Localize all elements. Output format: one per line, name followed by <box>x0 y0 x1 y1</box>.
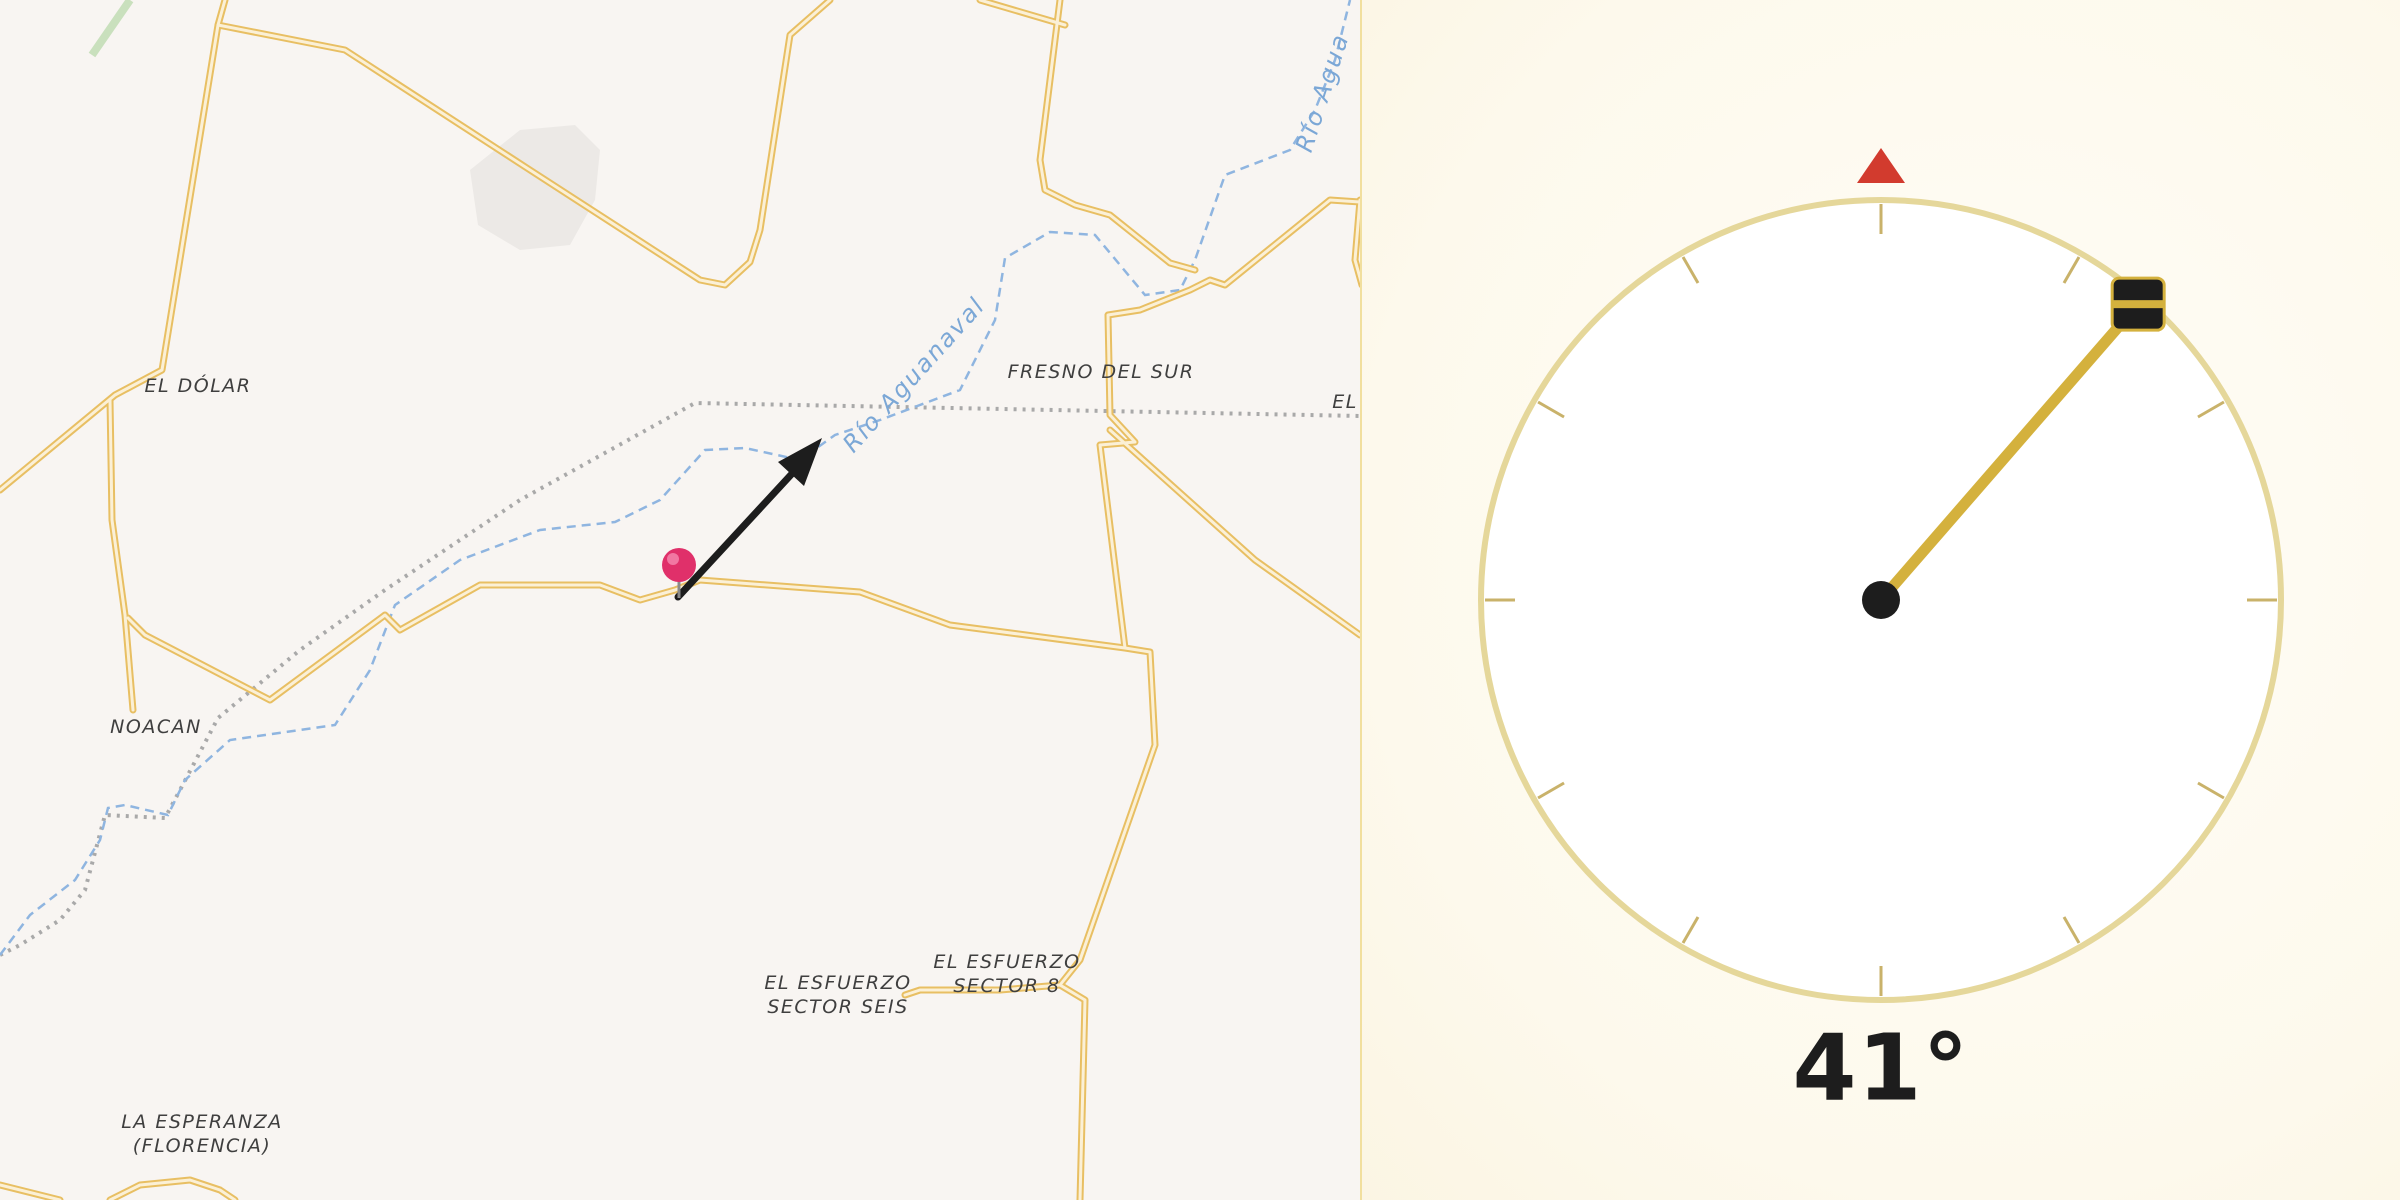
place-label-el-esfuerzo-sector-8: EL ESFUERZO SECTOR 8 <box>933 951 1081 997</box>
place-label-el-esfuerzo-sector-seis: EL ESFUERZO SECTOR SEIS <box>764 972 912 1018</box>
north-triangle-icon <box>1857 148 1905 183</box>
map-canvas[interactable]: Río Aguanaval Río Agua <box>0 0 1360 1200</box>
river-label-ne: Río Agua <box>1290 30 1355 156</box>
map-view[interactable]: Río Aguanaval Río Agua EL DÓLAR FRESNO D… <box>0 0 1360 1200</box>
place-label-el-dolar: EL DÓLAR <box>144 375 252 397</box>
river-aguanaval <box>0 0 1352 956</box>
roads <box>0 0 1360 1200</box>
bearing-readout: 41° <box>1792 1014 1970 1122</box>
bearing-handle[interactable] <box>2110 276 2166 332</box>
park-area-green <box>88 0 134 58</box>
compass-hub <box>1862 581 1900 619</box>
admin-boundary <box>0 400 1360 957</box>
place-label-noacan: NOACAN <box>110 716 202 738</box>
direction-arrow-icon <box>674 438 822 601</box>
place-label-fresno-del-sur: FRESNO DEL SUR <box>1007 361 1195 383</box>
place-label-la-esperanza: LA ESPERANZA (FLORENCIA) <box>121 1111 283 1157</box>
compass-panel: 41° <box>1362 0 2400 1200</box>
place-label-el-east: EL <box>1332 391 1358 413</box>
